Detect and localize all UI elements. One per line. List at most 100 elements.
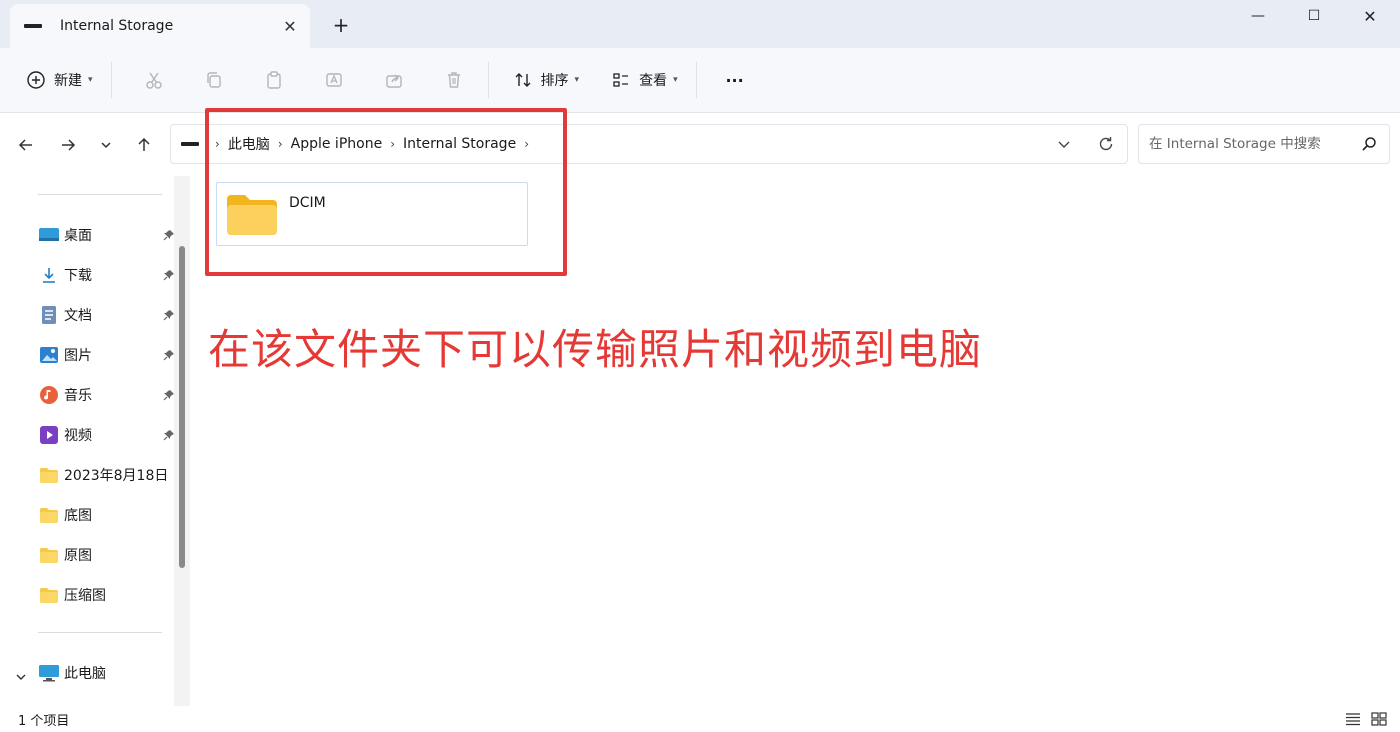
search-box[interactable]	[1138, 124, 1390, 164]
view-button[interactable]: 查看 ▾	[603, 60, 678, 100]
refresh-button[interactable]	[1085, 125, 1127, 163]
picture-icon	[38, 344, 60, 366]
chevron-right-icon: ›	[215, 137, 220, 151]
chevron-down-icon	[101, 142, 111, 149]
sidebar-item-label: 桌面	[64, 228, 92, 244]
sidebar-item-label: 图片	[64, 348, 92, 364]
computer-icon	[38, 662, 60, 684]
tiles-view-icon[interactable]	[1366, 708, 1392, 730]
sidebar-item-downloads[interactable]: 下载	[38, 258, 178, 292]
annotation-text: 在该文件夹下可以传输照片和视频到电脑	[208, 325, 983, 374]
chevron-down-icon: ▾	[88, 75, 93, 85]
chevron-down-icon: ▾	[574, 75, 580, 85]
sidebar-item-label: 文档	[64, 308, 92, 324]
title-bar: Internal Storage ✕ + — ☐ ✕	[0, 0, 1400, 48]
share-icon[interactable]	[376, 62, 412, 98]
arrow-up-icon	[138, 137, 150, 151]
arrow-left-icon	[18, 139, 32, 151]
copy-icon[interactable]	[196, 62, 232, 98]
folder-icon	[38, 544, 60, 566]
paste-icon[interactable]	[256, 62, 292, 98]
minimize-button[interactable]: —	[1230, 0, 1286, 32]
video-icon	[38, 424, 60, 446]
sidebar-divider	[38, 632, 162, 633]
arrow-right-icon	[62, 139, 76, 151]
sidebar-item-folder-compressed[interactable]: 压缩图	[38, 578, 178, 612]
sidebar-item-folder-2023-08-18[interactable]: 2023年8月18日	[38, 458, 174, 492]
sidebar-item-label: 音乐	[64, 388, 92, 404]
breadcrumb-this-pc[interactable]: 此电脑	[228, 134, 270, 154]
folder-name: DCIM	[289, 195, 326, 211]
sidebar-item-desktop[interactable]: 桌面	[38, 218, 178, 252]
sort-label: 排序	[540, 73, 569, 89]
search-input[interactable]	[1149, 136, 1349, 152]
desktop-icon	[38, 224, 60, 246]
toolbar-divider	[487, 62, 489, 98]
new-button[interactable]: 新建 ▾	[18, 60, 93, 100]
download-icon	[38, 264, 60, 286]
address-history-button[interactable]	[1043, 125, 1085, 163]
chevron-down-icon	[1058, 141, 1070, 148]
music-icon	[38, 384, 60, 406]
close-tab-icon[interactable]: ✕	[270, 11, 310, 41]
expand-this-pc-icon[interactable]	[10, 666, 32, 688]
rename-icon[interactable]	[316, 62, 352, 98]
sidebar-item-label: 底图	[64, 508, 92, 524]
sidebar-scrollbar[interactable]	[174, 176, 190, 706]
folder-icon	[38, 584, 60, 606]
sidebar-item-folder-original[interactable]: 原图	[38, 538, 178, 572]
details-view-icon[interactable]	[1340, 708, 1366, 730]
forward-button[interactable]	[50, 127, 86, 163]
sidebar-item-pictures[interactable]: 图片	[38, 338, 178, 372]
chevron-right-icon[interactable]: ›	[390, 137, 395, 151]
navigation-bar: › 此电脑 › Apple iPhone › Internal Storage …	[0, 112, 1400, 176]
status-bar: 1 个项目	[0, 706, 1400, 732]
drive-icon	[181, 142, 199, 146]
document-icon	[38, 304, 60, 326]
view-icon	[603, 62, 639, 98]
view-label: 查看	[639, 73, 668, 89]
view-toggle	[1340, 708, 1392, 730]
sidebar-item-folder-base[interactable]: 底图	[38, 498, 178, 532]
folder-icon	[38, 464, 60, 486]
folder-item-dcim[interactable]: DCIM	[216, 182, 528, 246]
sidebar-item-label: 压缩图	[64, 588, 106, 604]
more-options-button[interactable]: ···	[715, 60, 755, 100]
sort-button[interactable]: 排序 ▾	[505, 60, 580, 100]
command-bar: 新建 ▾ 排序 ▾ 查看 ▾ ···	[0, 48, 1400, 112]
sidebar-item-this-pc[interactable]: 此电脑	[38, 656, 178, 690]
maximize-button[interactable]: ☐	[1286, 0, 1342, 32]
item-count: 1 个项目	[18, 713, 70, 729]
sidebar-item-documents[interactable]: 文档	[38, 298, 178, 332]
address-bar-actions	[1043, 125, 1127, 163]
back-button[interactable]	[8, 127, 44, 163]
chevron-down-icon: ▾	[673, 75, 678, 85]
plus-circle-icon	[18, 62, 54, 98]
folder-icon	[227, 195, 277, 235]
navigation-pane: 桌面 下载 文档 图片 音乐 视频 2023年8月18日 底图 原图 压缩图 此…	[0, 176, 192, 706]
sidebar-item-label: 此电脑	[64, 666, 106, 682]
toolbar-divider	[695, 62, 697, 98]
scrollbar-thumb[interactable]	[179, 246, 185, 568]
recent-locations-button[interactable]	[88, 127, 124, 163]
up-button[interactable]	[126, 127, 162, 163]
close-window-button[interactable]: ✕	[1342, 0, 1398, 32]
delete-icon[interactable]	[436, 62, 472, 98]
address-bar[interactable]: › 此电脑 › Apple iPhone › Internal Storage …	[170, 124, 1128, 164]
tab-internal-storage[interactable]: Internal Storage ✕	[10, 4, 310, 48]
refresh-icon	[1099, 137, 1113, 151]
cut-icon[interactable]	[136, 62, 172, 98]
file-list: DCIM	[192, 176, 1400, 706]
sidebar-item-music[interactable]: 音乐	[38, 378, 178, 412]
breadcrumb-internal-storage[interactable]: Internal Storage	[403, 136, 516, 152]
breadcrumb-apple-iphone[interactable]: Apple iPhone	[291, 136, 383, 152]
toolbar-divider	[110, 62, 112, 98]
chevron-right-icon[interactable]: ›	[278, 137, 283, 151]
new-label: 新建	[54, 73, 82, 89]
sidebar-item-label: 下载	[64, 268, 92, 284]
search-icon[interactable]	[1349, 125, 1389, 163]
chevron-right-icon[interactable]: ›	[524, 137, 529, 151]
sort-icon	[505, 62, 541, 98]
new-tab-button[interactable]: +	[324, 10, 358, 40]
sidebar-item-videos[interactable]: 视频	[38, 418, 178, 452]
